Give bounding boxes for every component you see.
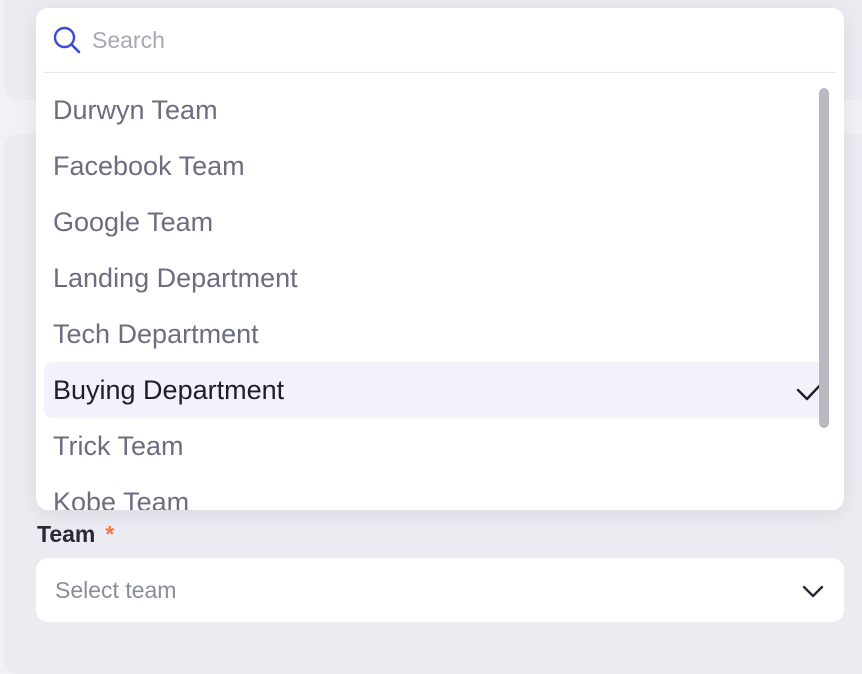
- list-item[interactable]: Durwyn Team: [44, 82, 828, 138]
- list-item[interactable]: Google Team: [44, 194, 828, 250]
- team-label-text: Team: [37, 521, 96, 547]
- scrollbar[interactable]: [819, 88, 831, 508]
- list-item-label: Tech Department: [53, 319, 259, 349]
- list-item-label: Google Team: [53, 207, 214, 237]
- list-item[interactable]: Trick Team: [44, 418, 828, 474]
- chevron-down-icon: [800, 578, 826, 604]
- list-item-label: Facebook Team: [53, 151, 245, 181]
- list-item[interactable]: Facebook Team: [44, 138, 828, 194]
- search-input[interactable]: [92, 22, 792, 58]
- list-item[interactable]: Tech Department: [44, 306, 828, 362]
- team-select[interactable]: Select team: [36, 558, 844, 622]
- list-item-label: Durwyn Team: [53, 95, 218, 125]
- list-item-label: Trick Team: [53, 431, 184, 461]
- required-indicator: *: [105, 521, 115, 547]
- team-select-placeholder: Select team: [55, 577, 177, 603]
- divider: [44, 72, 836, 73]
- list-item-label: Landing Department: [53, 263, 298, 293]
- scrollbar-thumb[interactable]: [819, 88, 829, 428]
- team-dropdown-panel: Durwyn Team Facebook Team Google Team Landi…: [36, 8, 844, 510]
- list-item-label: Buying Department: [53, 375, 285, 405]
- search-row: [36, 8, 844, 72]
- list-item[interactable]: Landing Department: [44, 250, 828, 306]
- options-list[interactable]: Durwyn Team Facebook Team Google Team Landi…: [44, 82, 828, 510]
- list-item[interactable]: Buying Department: [44, 362, 828, 418]
- search-icon: [52, 25, 82, 55]
- list-item-label: Kobe Team: [53, 487, 190, 510]
- team-field-label: Team *: [37, 519, 114, 549]
- list-item[interactable]: Kobe Team: [44, 474, 828, 510]
